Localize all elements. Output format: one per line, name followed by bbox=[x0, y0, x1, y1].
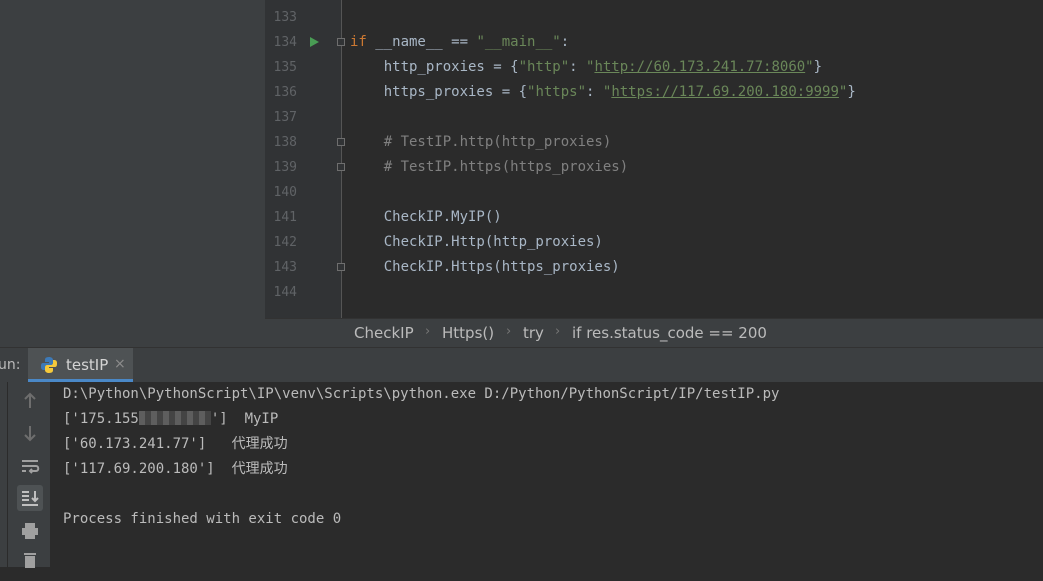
line-number: 136 bbox=[273, 85, 297, 100]
print-icon[interactable] bbox=[17, 518, 43, 544]
code-line[interactable]: CheckIP.Http(http_proxies) bbox=[350, 230, 603, 255]
line-number: 140 bbox=[273, 185, 297, 200]
breadcrumb: CheckIP › Https() › try › if res.status_… bbox=[265, 318, 1043, 347]
chevron-right-icon: › bbox=[425, 324, 431, 339]
fold-marker-icon[interactable] bbox=[337, 263, 345, 271]
comment-line[interactable]: # TestIP.http(http_proxies) bbox=[350, 130, 612, 155]
breadcrumb-item[interactable]: try bbox=[523, 324, 544, 342]
code-line[interactable]: if __name__ == "__main__": bbox=[350, 30, 569, 55]
console-line: ['175.155 '] MyIP bbox=[63, 407, 278, 432]
console-text: MyIP bbox=[244, 411, 279, 427]
code-line[interactable]: http_proxies = {"http": "http://60.173.2… bbox=[350, 55, 822, 80]
url-link[interactable]: http://60.173.241.77:8060 bbox=[594, 59, 805, 75]
comment-line[interactable]: # TestIP.https(https_proxies) bbox=[350, 155, 628, 180]
code-text: } bbox=[813, 59, 823, 75]
run-tool-window-header: un: testIP × bbox=[0, 347, 1043, 382]
fold-marker-icon[interactable] bbox=[337, 163, 345, 171]
scroll-to-end-icon[interactable] bbox=[17, 485, 43, 511]
run-gutter-icon[interactable] bbox=[310, 37, 319, 47]
url-link[interactable]: https://117.69.200.180:9999 bbox=[611, 84, 839, 100]
code-line[interactable]: CheckIP.Https(https_proxies) bbox=[350, 255, 620, 280]
code-text: http_proxies = { bbox=[350, 59, 519, 75]
project-panel bbox=[0, 0, 265, 347]
tab-testip[interactable]: testIP × bbox=[28, 348, 133, 382]
line-number: 144 bbox=[273, 285, 297, 300]
code-line[interactable]: https_proxies = {"https": "https://117.6… bbox=[350, 80, 856, 105]
console-text: ['175.155 bbox=[63, 411, 139, 427]
console-text: 代理成功 bbox=[231, 461, 288, 477]
close-icon[interactable]: × bbox=[114, 356, 126, 372]
code-text: : bbox=[569, 59, 587, 75]
breadcrumb-item[interactable]: Https() bbox=[442, 324, 494, 342]
console-line: ['60.173.241.77'] 代理成功 bbox=[63, 432, 288, 457]
line-number: 137 bbox=[273, 110, 297, 125]
console-text: ['60.173.241.77'] bbox=[63, 436, 232, 452]
redacted-text bbox=[138, 411, 211, 425]
line-number: 142 bbox=[273, 235, 297, 250]
soft-wrap-icon[interactable] bbox=[17, 453, 43, 479]
chevron-right-icon: › bbox=[506, 324, 512, 339]
code-text: __name__ == bbox=[366, 34, 477, 50]
line-number: 139 bbox=[273, 160, 297, 175]
console-text: ['117.69.200.180'] bbox=[63, 461, 232, 477]
python-icon bbox=[41, 357, 57, 373]
arrow-down-icon[interactable] bbox=[17, 420, 43, 446]
line-number: 133 bbox=[273, 10, 297, 25]
breadcrumb-item[interactable]: CheckIP bbox=[354, 324, 414, 342]
tool-window-stripe bbox=[0, 382, 8, 567]
fold-marker-icon[interactable] bbox=[337, 138, 345, 146]
string-token: " bbox=[805, 59, 814, 75]
console-text: 代理成功 bbox=[231, 436, 288, 452]
keyword-token: if bbox=[350, 34, 367, 50]
line-number: 141 bbox=[273, 210, 297, 225]
console-command-line: D:\Python\PythonScript\IP\venv\Scripts\p… bbox=[63, 386, 780, 402]
line-number: 135 bbox=[273, 60, 297, 75]
trash-icon[interactable] bbox=[17, 547, 43, 573]
console-finish-line: Process finished with exit code 0 bbox=[63, 511, 342, 527]
chevron-right-icon: › bbox=[555, 324, 561, 339]
console-line: ['117.69.200.180'] 代理成功 bbox=[63, 457, 288, 482]
string-token: "https" bbox=[527, 84, 587, 100]
line-number: 143 bbox=[273, 260, 297, 275]
breadcrumb-item[interactable]: if res.status_code == 200 bbox=[572, 324, 767, 342]
string-token: "http" bbox=[518, 59, 570, 75]
run-label: un: bbox=[0, 357, 21, 373]
string-token: "__main__" bbox=[476, 34, 561, 50]
code-line[interactable]: CheckIP.MyIP() bbox=[350, 205, 502, 230]
arrow-up-icon[interactable] bbox=[17, 388, 43, 414]
console-text: '] bbox=[210, 411, 245, 427]
code-text: : bbox=[560, 34, 570, 50]
line-number: 138 bbox=[273, 135, 297, 150]
code-text: : bbox=[586, 84, 603, 100]
tab-label: testIP bbox=[66, 356, 109, 374]
code-text: https_proxies = { bbox=[350, 84, 528, 100]
line-number: 134 bbox=[273, 35, 297, 50]
fold-marker-icon[interactable] bbox=[337, 38, 345, 46]
code-text: } bbox=[847, 84, 856, 100]
